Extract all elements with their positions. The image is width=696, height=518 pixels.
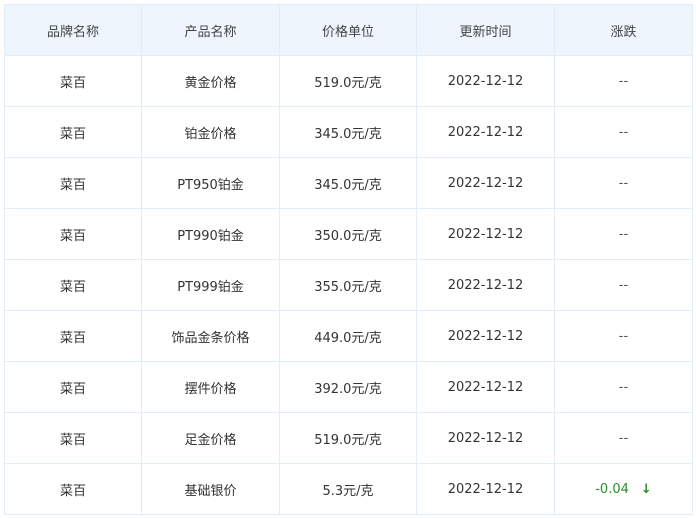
header-update-time: 更新时间 [416, 4, 555, 56]
cell-product: PT990铂金 [141, 208, 280, 260]
change-value: -0.04 [595, 481, 629, 497]
cell-date: 2022-12-12 [416, 310, 555, 362]
cell-product: PT999铂金 [141, 259, 280, 311]
change-value: -- [618, 328, 629, 344]
table-row: 菜百 PT950铂金 345.0元/克 2022-12-12 -- [4, 157, 693, 209]
table-row: 菜百 足金价格 519.0元/克 2022-12-12 -- [4, 412, 693, 464]
table-body: 菜百 黄金价格 519.0元/克 2022-12-12 -- 菜百 铂金价格 345.0元/克… [4, 55, 693, 515]
table-header-row: 品牌名称 产品名称 价格单位 更新时间 涨跌 [4, 4, 693, 56]
cell-price: 345.0元/克 [279, 157, 417, 209]
change-value: -- [618, 124, 629, 140]
table-row: 菜百 基础银价 5.3元/克 2022-12-12 -0.04 ↓ [4, 463, 693, 515]
table-row: 菜百 摆件价格 392.0元/克 2022-12-12 -- [4, 361, 693, 413]
cell-brand: 菜百 [4, 361, 142, 413]
cell-brand: 菜百 [4, 55, 142, 107]
cell-price: 5.3元/克 [279, 463, 417, 515]
cell-brand: 菜百 [4, 157, 142, 209]
cell-price: 519.0元/克 [279, 412, 417, 464]
table-row: 菜百 铂金价格 345.0元/克 2022-12-12 -- [4, 106, 693, 158]
cell-change: -- [554, 412, 693, 464]
table-row: 菜百 PT999铂金 355.0元/克 2022-12-12 -- [4, 259, 693, 311]
cell-change: -0.04 ↓ [554, 463, 693, 515]
cell-change: -- [554, 157, 693, 209]
cell-date: 2022-12-12 [416, 361, 555, 413]
change-value: -- [618, 226, 629, 242]
cell-product: 足金价格 [141, 412, 280, 464]
cell-change: -- [554, 106, 693, 158]
header-brand: 品牌名称 [4, 4, 142, 56]
cell-brand: 菜百 [4, 463, 142, 515]
cell-brand: 菜百 [4, 310, 142, 362]
arrow-down-icon: ↓ [640, 481, 652, 497]
cell-brand: 菜百 [4, 208, 142, 260]
header-product: 产品名称 [141, 4, 280, 56]
cell-price: 355.0元/克 [279, 259, 417, 311]
cell-product: 基础银价 [141, 463, 280, 515]
cell-price: 392.0元/克 [279, 361, 417, 413]
cell-price: 449.0元/克 [279, 310, 417, 362]
change-value: -- [618, 277, 629, 293]
cell-change: -- [554, 55, 693, 107]
change-value: -- [618, 379, 629, 395]
cell-date: 2022-12-12 [416, 55, 555, 107]
change-value: -- [618, 430, 629, 446]
cell-change: -- [554, 361, 693, 413]
cell-price: 350.0元/克 [279, 208, 417, 260]
cell-price: 519.0元/克 [279, 55, 417, 107]
price-table-container: 品牌名称 产品名称 价格单位 更新时间 涨跌 菜百 黄金价格 519.0元/克 202… [4, 4, 693, 515]
cell-date: 2022-12-12 [416, 157, 555, 209]
cell-price: 345.0元/克 [279, 106, 417, 158]
change-value: -- [618, 175, 629, 191]
header-price-unit: 价格单位 [279, 4, 417, 56]
cell-change: -- [554, 310, 693, 362]
cell-brand: 菜百 [4, 412, 142, 464]
cell-date: 2022-12-12 [416, 208, 555, 260]
table-row: 菜百 饰品金条价格 449.0元/克 2022-12-12 -- [4, 310, 693, 362]
cell-change: -- [554, 259, 693, 311]
cell-product: 黄金价格 [141, 55, 280, 107]
cell-product: 铂金价格 [141, 106, 280, 158]
price-table: 品牌名称 产品名称 价格单位 更新时间 涨跌 菜百 黄金价格 519.0元/克 202… [4, 4, 693, 515]
table-row: 菜百 PT990铂金 350.0元/克 2022-12-12 -- [4, 208, 693, 260]
change-value: -- [618, 73, 629, 89]
cell-brand: 菜百 [4, 106, 142, 158]
cell-date: 2022-12-12 [416, 463, 555, 515]
cell-change: -- [554, 208, 693, 260]
cell-product: PT950铂金 [141, 157, 280, 209]
cell-brand: 菜百 [4, 259, 142, 311]
header-change: 涨跌 [554, 4, 693, 56]
cell-product: 摆件价格 [141, 361, 280, 413]
cell-product: 饰品金条价格 [141, 310, 280, 362]
table-row: 菜百 黄金价格 519.0元/克 2022-12-12 -- [4, 55, 693, 107]
cell-date: 2022-12-12 [416, 412, 555, 464]
cell-date: 2022-12-12 [416, 106, 555, 158]
cell-date: 2022-12-12 [416, 259, 555, 311]
